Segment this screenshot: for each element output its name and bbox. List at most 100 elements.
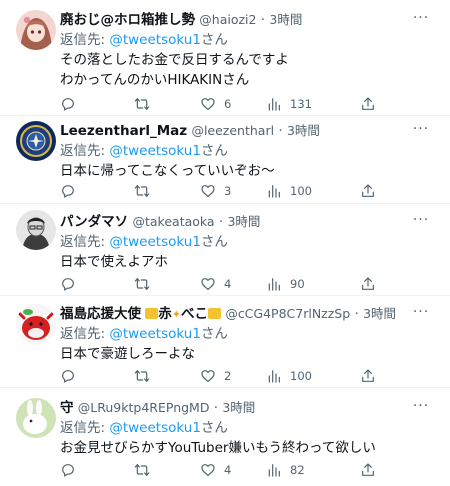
like-button[interactable]: 4 (200, 460, 231, 480)
tweet-text-line: 日本で使えよアホ (60, 254, 168, 270)
anime-character-avatar-icon (16, 10, 56, 50)
reply-mention-link[interactable]: @tweetsoku1 (109, 420, 201, 436)
bar-chart-icon (268, 185, 280, 198)
more-options-icon[interactable]: ··· (410, 398, 432, 418)
reply-suffix: さん (200, 326, 228, 342)
view-count: 90 (290, 277, 305, 291)
reply-feed: 廃おじ@ホロ箱推し勢 @haiozi2 · 3時間 ··· 返信先: @twee… (0, 0, 450, 486)
timestamp[interactable]: 3時間 (363, 306, 396, 321)
reply-suffix: さん (200, 143, 228, 159)
tweet-text-line: 日本に帰ってこなくっていいぞお～ (60, 163, 275, 179)
like-count: 4 (224, 277, 232, 291)
display-name-part: 赤 (158, 306, 172, 322)
retweet-button[interactable] (134, 274, 158, 294)
user-handle[interactable]: @cCG4P8C7rlNzzSp (225, 306, 350, 321)
display-name[interactable]: Leezentharl_Maz (60, 123, 187, 139)
heart-icon (201, 98, 215, 110)
user-handle[interactable]: @leezentharl (191, 123, 274, 138)
separator-dot: · (354, 306, 359, 322)
avatar[interactable] (16, 10, 56, 50)
views-button[interactable]: 131 (266, 94, 312, 114)
like-count: 2 (224, 369, 232, 383)
reply-mention-link[interactable]: @tweetsoku1 (109, 32, 201, 48)
reply-mention-link[interactable]: @tweetsoku1 (109, 143, 201, 159)
share-icon (362, 97, 374, 110)
avatar[interactable] (16, 304, 56, 344)
tweet-text: その落としたお金で反日するんですよ わかってんのかいHIKAKINさん (60, 50, 289, 90)
flag-icon (208, 308, 222, 319)
reply-prefix: 返信先: (60, 143, 110, 159)
reply-button[interactable] (60, 274, 84, 294)
like-button[interactable]: 4 (200, 274, 231, 294)
retweet-icon (134, 278, 150, 290)
share-button[interactable] (360, 460, 376, 480)
timestamp[interactable]: 3時間 (269, 12, 302, 27)
share-icon (362, 369, 374, 382)
tweet-text: お金見せびらかすYouTuber嫌いもう終わって欲しい (60, 438, 376, 458)
reply-button[interactable] (60, 460, 84, 480)
like-count: 3 (224, 184, 232, 198)
tweet-text-line: お金見せびらかすYouTuber嫌いもう終わって欲しい (60, 440, 376, 456)
reply-button[interactable] (60, 181, 84, 201)
share-button[interactable] (360, 366, 376, 386)
tweet[interactable]: Leezentharl_Maz @leezentharl · 3時間 ··· 返… (0, 116, 450, 204)
avatar[interactable] (16, 210, 56, 250)
tweet-text-line: その落としたお金で反日するんですよ (60, 52, 289, 68)
share-button[interactable] (360, 181, 376, 201)
retweet-button[interactable] (134, 366, 158, 386)
tweet[interactable]: 福島応援大使 赤✦べこ @cCG4P8C7rlNzzSp · 3時間 ··· 返… (0, 296, 450, 388)
separator-dot: · (218, 214, 224, 230)
more-options-icon[interactable]: ··· (410, 304, 432, 324)
reply-button[interactable] (60, 94, 84, 114)
heart-icon (201, 464, 215, 476)
reply-prefix: 返信先: (60, 420, 110, 436)
timestamp[interactable]: 3時間 (287, 123, 320, 138)
tweet-actions: 6 131 (60, 94, 436, 114)
display-name[interactable]: 廃おじ@ホロ箱推し勢 (60, 12, 195, 28)
views-button[interactable]: 82 (266, 460, 305, 480)
tweet[interactable]: 守 @LRu9ktp4REPngMD · 3時間 ··· 返信先: @tweet… (0, 388, 450, 486)
more-options-icon[interactable]: ··· (410, 121, 432, 141)
reply-icon (62, 185, 74, 198)
retweet-icon (134, 370, 150, 382)
share-icon (362, 277, 374, 290)
retweet-button[interactable] (134, 460, 158, 480)
like-button[interactable]: 3 (200, 181, 231, 201)
display-name[interactable]: パンダマソ (60, 214, 128, 230)
user-handle[interactable]: @LRu9ktp4REPngMD (78, 400, 210, 415)
views-button[interactable]: 100 (266, 181, 312, 201)
like-button[interactable]: 2 (200, 366, 231, 386)
separator-dot: · (260, 12, 266, 28)
retweet-button[interactable] (134, 181, 158, 201)
user-handle[interactable]: @takeataoka (132, 214, 214, 229)
reply-button[interactable] (60, 366, 84, 386)
bar-chart-icon (268, 98, 280, 111)
tweet[interactable]: パンダマソ @takeataoka · 3時間 ··· 返信先: @tweets… (0, 204, 450, 296)
more-options-icon[interactable]: ··· (410, 212, 432, 232)
views-button[interactable]: 90 (266, 274, 305, 294)
share-button[interactable] (360, 274, 376, 294)
seal-emblem-avatar-icon (16, 121, 56, 161)
avatar[interactable] (16, 398, 56, 438)
tweet-actions: 4 90 (60, 274, 436, 294)
view-count: 100 (290, 369, 312, 383)
avatar[interactable] (16, 121, 56, 161)
views-button[interactable]: 100 (266, 366, 312, 386)
like-button[interactable]: 6 (200, 94, 231, 114)
reply-mention-link[interactable]: @tweetsoku1 (109, 234, 201, 250)
like-count: 4 (224, 463, 232, 477)
reply-suffix: さん (200, 420, 228, 436)
display-name[interactable]: 福島応援大使 (60, 306, 141, 322)
reply-mention-link[interactable]: @tweetsoku1 (109, 326, 201, 342)
share-icon (362, 463, 374, 476)
timestamp[interactable]: 3時間 (222, 400, 255, 415)
timestamp[interactable]: 3時間 (227, 214, 260, 229)
retweet-icon (134, 185, 150, 197)
tweet[interactable]: 廃おじ@ホロ箱推し勢 @haiozi2 · 3時間 ··· 返信先: @twee… (0, 0, 450, 116)
display-name[interactable]: 守 (60, 400, 74, 416)
more-options-icon[interactable]: ··· (410, 10, 432, 30)
user-handle[interactable]: @haiozi2 (199, 12, 256, 27)
heart-icon (201, 185, 215, 197)
retweet-button[interactable] (134, 94, 158, 114)
share-button[interactable] (360, 94, 376, 114)
